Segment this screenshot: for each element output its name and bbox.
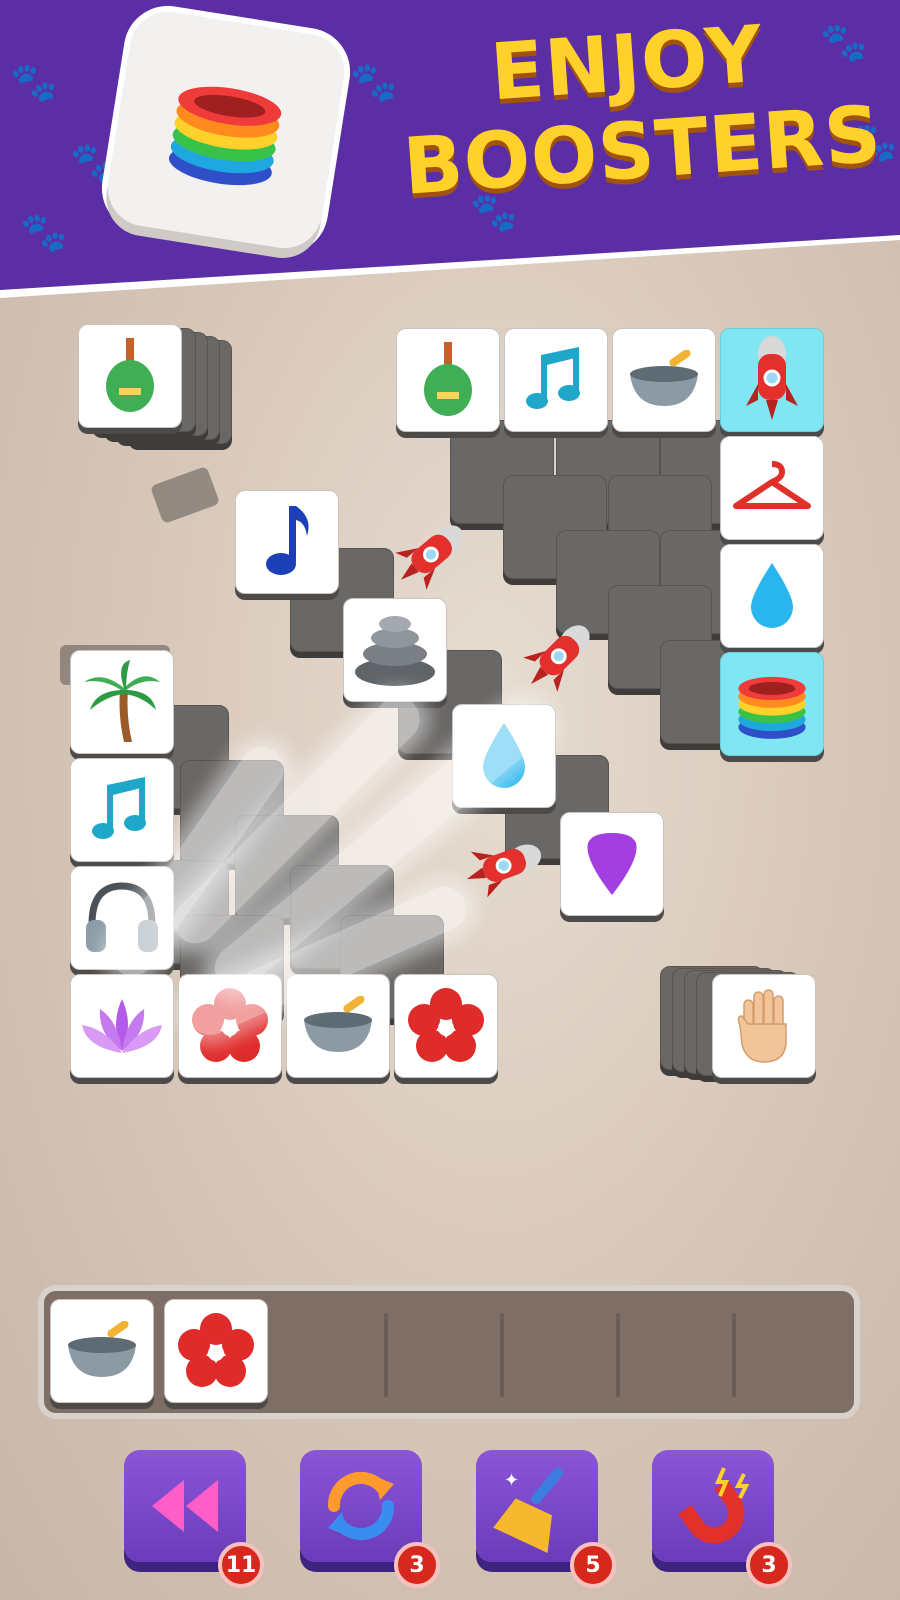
tile-tray bbox=[38, 1285, 860, 1419]
water-drop-icon bbox=[751, 563, 793, 628]
tile-guitar[interactable] bbox=[396, 328, 500, 432]
music-notes-icon bbox=[92, 777, 146, 839]
music-notes-icon bbox=[526, 347, 580, 409]
undo-count-badge: 11 bbox=[218, 1542, 264, 1588]
game-board bbox=[0, 300, 900, 1300]
undo-booster-button[interactable]: 11 bbox=[124, 1450, 264, 1588]
music-note-icon bbox=[266, 506, 309, 575]
stones-icon bbox=[355, 616, 435, 686]
sweep-count-badge: 5 bbox=[570, 1542, 616, 1588]
rocket-icon bbox=[466, 844, 542, 898]
tile-water-drop[interactable] bbox=[720, 544, 824, 648]
tray-slot-divider bbox=[500, 1313, 504, 1397]
tile-music-notes-left[interactable] bbox=[70, 758, 174, 862]
guitar-icon bbox=[424, 342, 472, 416]
tile-music-note[interactable] bbox=[235, 490, 339, 594]
paw-print-icon: 🐾 bbox=[10, 60, 58, 104]
flower-icon bbox=[408, 988, 484, 1062]
guitar-icon bbox=[106, 338, 154, 412]
hanger-icon bbox=[733, 461, 811, 509]
magnet-count-badge: 3 bbox=[746, 1542, 792, 1588]
shuffle-count-badge: 3 bbox=[394, 1542, 440, 1588]
hand-icon bbox=[737, 989, 787, 1063]
tray-slot-divider bbox=[732, 1313, 736, 1397]
banner-title: ENJOY BOOSTERS bbox=[394, 4, 884, 213]
flying-rocket bbox=[446, 825, 553, 910]
flower-icon bbox=[178, 1313, 254, 1387]
tile-guitar-stack-left[interactable] bbox=[78, 324, 182, 428]
tray-slot-flower bbox=[164, 1299, 268, 1403]
tile-hand-stack-right[interactable] bbox=[712, 974, 816, 1078]
board-shadow bbox=[149, 465, 221, 525]
tile-mortar-pestle[interactable] bbox=[612, 328, 716, 432]
tile-stones[interactable] bbox=[343, 598, 447, 702]
tile-guitar-pick[interactable] bbox=[560, 812, 664, 916]
shuffle-booster-button[interactable]: 3 bbox=[300, 1450, 440, 1588]
paw-print-icon: 🐾 bbox=[350, 60, 398, 104]
tray-slot-mortar-pestle bbox=[50, 1299, 154, 1403]
tile-rocket-highlighted[interactable] bbox=[720, 328, 824, 432]
rainbow-spring-icon bbox=[738, 676, 806, 739]
sweep-booster-button[interactable]: ✦ 5 bbox=[476, 1450, 616, 1588]
tray-slot-divider bbox=[384, 1313, 388, 1397]
magnet-booster-button[interactable]: 3 bbox=[652, 1450, 792, 1588]
featured-booster-card bbox=[102, 6, 350, 254]
rocket-icon bbox=[746, 336, 798, 420]
tile-rainbow-spring-highlighted[interactable] bbox=[720, 652, 824, 756]
mortar-pestle-icon bbox=[630, 350, 698, 406]
palm-tree-icon bbox=[84, 660, 160, 742]
mortar-pestle-icon bbox=[68, 1321, 136, 1377]
mortar-pestle-icon bbox=[304, 996, 372, 1052]
tray-slot-divider bbox=[616, 1313, 620, 1397]
guitar-pick-icon bbox=[587, 833, 637, 895]
rainbow-spring-icon bbox=[168, 86, 282, 186]
paw-print-icon: 🐾 bbox=[20, 210, 68, 254]
tile-palm-tree[interactable] bbox=[70, 650, 174, 754]
tile-flower-bottom[interactable] bbox=[394, 974, 498, 1078]
lotus-icon bbox=[82, 999, 162, 1053]
tile-lotus[interactable] bbox=[70, 974, 174, 1078]
svg-text:✦: ✦ bbox=[504, 1470, 519, 1491]
tile-music-notes[interactable] bbox=[504, 328, 608, 432]
tile-hanger[interactable] bbox=[720, 436, 824, 540]
